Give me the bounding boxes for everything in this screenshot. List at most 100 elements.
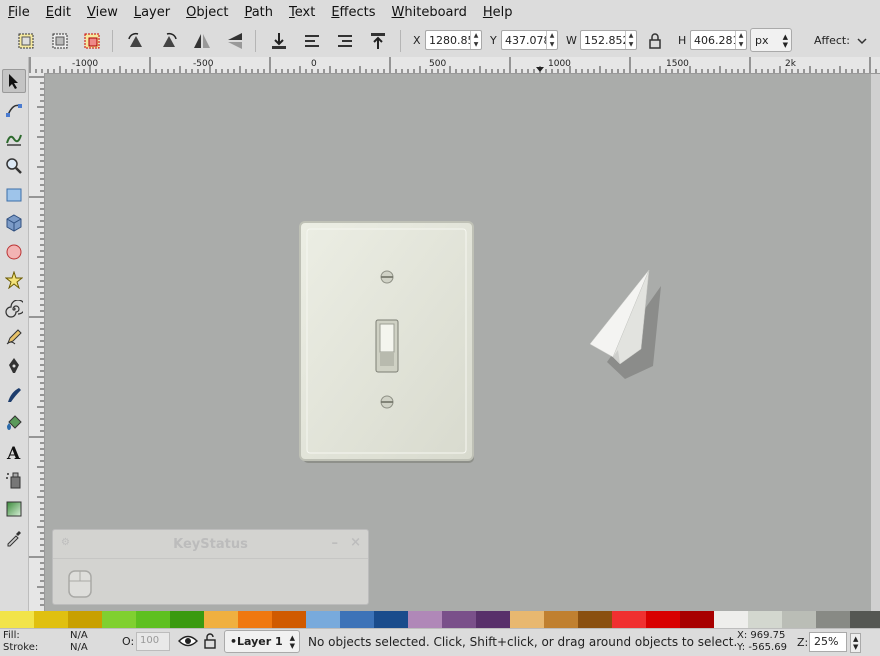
keystatus-window[interactable]: ⚙ KeyStatus – × — [52, 529, 369, 605]
layer-lock-toggle[interactable] — [203, 633, 217, 652]
palette-swatch[interactable] — [714, 611, 748, 628]
zoom-tool[interactable] — [2, 154, 26, 178]
settings-icon[interactable]: ⚙ — [61, 537, 70, 548]
rotate-ccw-button[interactable] — [124, 29, 148, 53]
y-spin-arrows[interactable]: ▲ ▼ — [546, 31, 557, 49]
x-spin-arrows[interactable]: ▲ ▼ — [470, 31, 481, 49]
calligraphy-tool[interactable] — [2, 383, 26, 407]
palette-swatch[interactable] — [578, 611, 612, 628]
vertical-scrollbar[interactable] — [871, 74, 880, 611]
pencil-tool[interactable] — [2, 325, 26, 349]
w-spin-arrows[interactable]: ▲ ▼ — [625, 31, 636, 49]
x-field[interactable]: 1280.85 ▲ ▼ — [425, 30, 482, 50]
light-switch-drawing[interactable] — [299, 221, 474, 463]
zoom-field[interactable]: 25% — [809, 632, 847, 652]
w-field[interactable]: 152.852 ▲ ▼ — [580, 30, 637, 50]
menu-text[interactable]: Text — [281, 5, 323, 20]
menu-object[interactable]: Object — [178, 5, 236, 20]
palette-swatch[interactable] — [34, 611, 68, 628]
spray-tool[interactable] — [2, 468, 26, 492]
minimize-button[interactable]: – — [332, 536, 339, 551]
stroke-label: Stroke: — [3, 642, 39, 653]
menu-view[interactable]: View — [79, 5, 126, 20]
palette-swatch[interactable] — [408, 611, 442, 628]
lock-ratio-button[interactable] — [643, 29, 667, 53]
pen-tool[interactable] — [2, 354, 26, 378]
palette-swatch[interactable] — [442, 611, 476, 628]
affect-dropdown[interactable] — [852, 29, 872, 53]
palette-swatch[interactable] — [204, 611, 238, 628]
layer-visibility-toggle[interactable] — [178, 633, 198, 652]
3d-box-tool[interactable] — [2, 211, 26, 235]
palette-swatch[interactable] — [476, 611, 510, 628]
vertical-ruler[interactable] — [28, 73, 45, 611]
zoom-spin-arrows[interactable]: ▲ ▼ — [850, 633, 862, 653]
palette-swatch[interactable] — [680, 611, 714, 628]
palette-swatch[interactable] — [850, 611, 880, 628]
selector-tool[interactable] — [2, 69, 26, 93]
menu-help[interactable]: Help — [475, 5, 521, 20]
menu-effects[interactable]: Effects — [323, 5, 383, 20]
flip-vertical-button[interactable] — [223, 29, 247, 53]
palette-swatch[interactable] — [68, 611, 102, 628]
raise-button[interactable] — [333, 29, 357, 53]
palette-swatch[interactable] — [612, 611, 646, 628]
node-tool[interactable] — [2, 98, 26, 122]
tweak-tool[interactable] — [2, 126, 26, 150]
horizontal-ruler[interactable]: -1000 -500 0 500 1000 1500 2k — [28, 57, 880, 74]
lower-button[interactable] — [300, 29, 324, 53]
menu-whiteboard[interactable]: Whiteboard — [384, 5, 475, 20]
h-spin-arrows[interactable]: ▲ ▼ — [735, 31, 746, 49]
palette-swatch[interactable] — [646, 611, 680, 628]
palette-swatch[interactable] — [544, 611, 578, 628]
gradient-tool[interactable] — [2, 497, 26, 521]
palette-swatch[interactable] — [340, 611, 374, 628]
select-all-button[interactable] — [14, 29, 38, 53]
cursor-x-readout: X: 969.75 — [737, 630, 786, 641]
menu-file[interactable]: File — [0, 5, 38, 20]
palette-swatch[interactable] — [748, 611, 782, 628]
y-field[interactable]: 437.078 ▲ ▼ — [501, 30, 558, 50]
select-all-layers-button[interactable] — [48, 29, 72, 53]
rectangle-tool[interactable] — [2, 183, 26, 207]
zoom-value: 25% — [814, 635, 839, 648]
ellipse-tool[interactable] — [2, 240, 26, 264]
menu-path[interactable]: Path — [236, 5, 281, 20]
palette-swatch[interactable] — [136, 611, 170, 628]
palette-swatch[interactable] — [238, 611, 272, 628]
paint-bucket-tool[interactable] — [2, 411, 26, 435]
menu-edit[interactable]: Edit — [38, 5, 79, 20]
text-tool[interactable]: A — [2, 440, 26, 464]
star-tool[interactable] — [2, 268, 26, 292]
circle-icon — [6, 244, 22, 260]
fill-value[interactable]: N/A — [70, 630, 88, 641]
palette-swatch[interactable] — [102, 611, 136, 628]
pen-icon — [9, 358, 19, 373]
raise-to-top-button[interactable] — [366, 29, 390, 53]
stroke-value[interactable]: N/A — [70, 642, 88, 653]
h-field[interactable]: 406.281 ▲ ▼ — [690, 30, 747, 50]
unit-value: px — [755, 33, 769, 47]
palette-swatch[interactable] — [782, 611, 816, 628]
dropper-tool[interactable] — [2, 526, 26, 550]
palette-swatch[interactable] — [374, 611, 408, 628]
deselect-button[interactable] — [80, 29, 104, 53]
unit-select[interactable]: px ▲ ▼ — [750, 28, 792, 52]
close-button[interactable]: × — [350, 535, 361, 550]
menu-layer[interactable]: Layer — [126, 5, 178, 20]
ruler-label-minus-500: -500 — [193, 59, 214, 69]
palette-swatch[interactable] — [816, 611, 850, 628]
paper-airplane-drawing[interactable] — [589, 269, 661, 379]
lower-to-bottom-button[interactable] — [267, 29, 291, 53]
rotate-cw-button[interactable] — [157, 29, 181, 53]
keystatus-titlebar[interactable]: ⚙ KeyStatus – × — [53, 530, 368, 558]
palette-swatch[interactable] — [170, 611, 204, 628]
spiral-tool[interactable] — [2, 297, 26, 321]
opacity-field[interactable]: 100 — [136, 632, 170, 651]
flip-horizontal-button[interactable] — [190, 29, 214, 53]
layer-select[interactable]: •Layer 1 ▲ ▼ — [224, 630, 300, 653]
palette-swatch[interactable] — [306, 611, 340, 628]
palette-swatch[interactable] — [0, 611, 34, 628]
palette-swatch[interactable] — [272, 611, 306, 628]
palette-swatch[interactable] — [510, 611, 544, 628]
